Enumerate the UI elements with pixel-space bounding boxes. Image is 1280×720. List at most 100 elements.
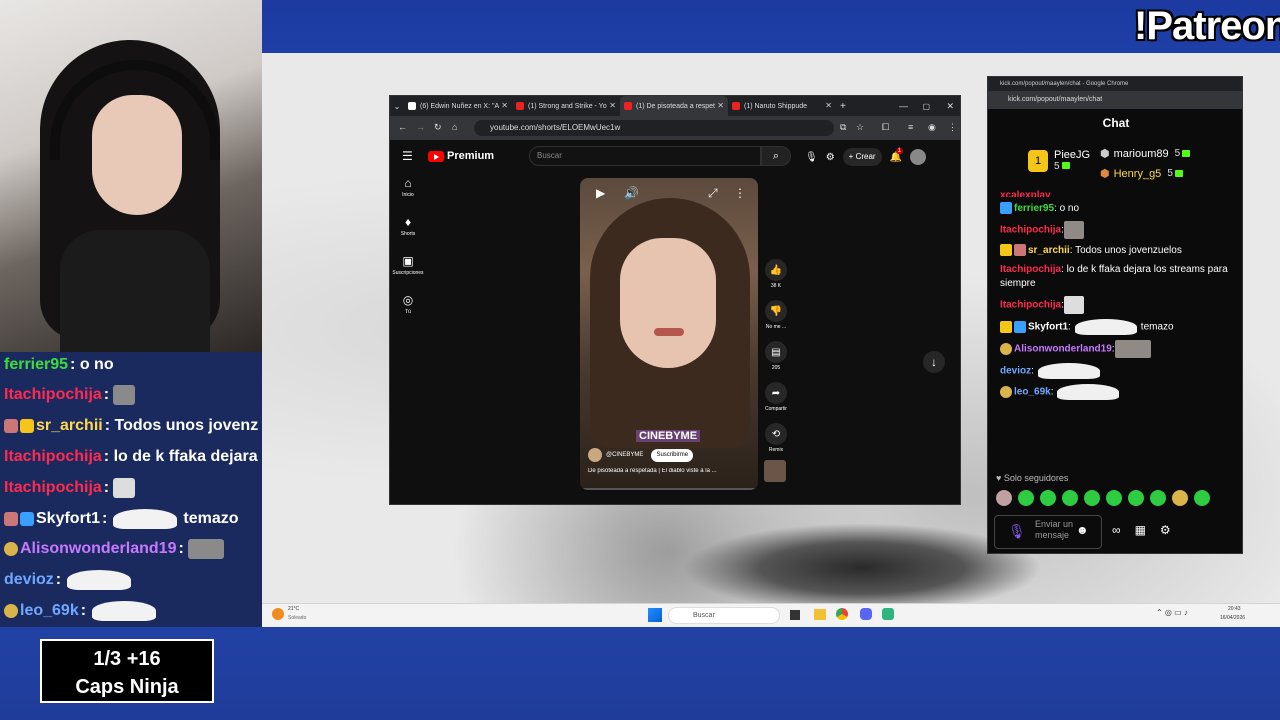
notifications-bell-icon[interactable]: 🔔 1 (890, 147, 903, 163)
sidebar-item-you[interactable]: ◎ Tú (390, 293, 426, 332)
window-close-icon[interactable]: ✕ (946, 101, 954, 112)
file-explorer-icon[interactable] (814, 609, 826, 620)
overlay-chat-line: leo_69k : (4, 598, 162, 624)
emote-button[interactable] (1106, 490, 1122, 506)
tray-icons[interactable]: ⌃ ◎ ▭ ♪ (1156, 608, 1188, 617)
video-title[interactable]: De pisoteada a respetada | El diablo vis… (588, 468, 754, 474)
dislike-button[interactable]: 👎 No me ... (764, 300, 788, 341)
discord-icon[interactable] (860, 608, 872, 620)
emote-button[interactable] (1128, 490, 1144, 506)
badge-icon (4, 512, 18, 526)
more-options-icon[interactable]: ⋮ (734, 186, 746, 200)
windows-start-icon[interactable] (648, 608, 662, 622)
youtube-logo[interactable]: Premium (428, 150, 494, 162)
tab-search-icon[interactable]: ⌄ (390, 102, 404, 111)
search-button[interactable]: ⌕ (761, 146, 791, 166)
emote-image (67, 570, 132, 590)
bookmark-star-icon[interactable]: ☆ (856, 122, 864, 133)
gift-icon (1061, 162, 1070, 169)
gifter-item: ⬢ Henry_g5 5 (1100, 167, 1183, 180)
remix-button[interactable]: ⟲ Remix (764, 423, 788, 464)
browser-tab[interactable]: (1) Strong and Strike - Yo ✕ (512, 96, 620, 116)
close-tab-icon[interactable]: ✕ (717, 101, 724, 110)
emote-button[interactable] (1084, 490, 1100, 506)
play-icon[interactable]: ▶ (596, 186, 605, 200)
comments-button[interactable]: ▤ 205 (764, 341, 788, 382)
overlay-chat-line: sr_archii : Todos unos jovenz (4, 413, 258, 439)
gift-icon (1174, 170, 1183, 177)
remix-icon: ⟲ (765, 423, 787, 445)
like-button[interactable]: 👍 38 K (764, 259, 788, 300)
hamburger-menu-icon[interactable]: ☰ (402, 149, 413, 163)
shorts-icon: ♦ (404, 215, 412, 229)
minimize-icon[interactable]: — (899, 101, 908, 111)
forward-icon[interactable]: → (416, 122, 425, 132)
gear-icon[interactable]: ⚙ (826, 152, 835, 163)
tab-groups-icon[interactable]: ≡ (908, 122, 913, 132)
weather-icon[interactable] (272, 608, 284, 620)
video-progress[interactable] (580, 488, 758, 490)
channel-avatar[interactable] (588, 448, 602, 462)
audio-thumbnail[interactable] (764, 460, 786, 482)
stream-scene: !Patreon ferrier95: o no Itachipochija :… (0, 0, 1280, 720)
reload-icon[interactable]: ↻ (434, 122, 442, 133)
emote-button[interactable] (1150, 490, 1166, 506)
home-icon[interactable]: ⌂ (452, 122, 457, 132)
sidebar-item-home[interactable]: ⌂ Inicio (390, 176, 426, 215)
badge-icon (1014, 244, 1026, 257)
next-video-button[interactable]: ↓ (923, 351, 945, 373)
search-input[interactable]: Buscar (529, 146, 761, 166)
browser-tab[interactable]: (1) Naruto Shippude ✕ (728, 96, 836, 116)
badge-icon (4, 604, 18, 618)
chat-message: Itachipochija: lo de k ffaka dejara los … (1000, 264, 1228, 289)
badge-icon (1000, 343, 1012, 355)
back-icon[interactable]: ← (398, 122, 407, 132)
subscribe-button[interactable]: Suscribirme (651, 448, 694, 462)
microphone-icon[interactable]: 🎙 (805, 152, 818, 163)
store-icon[interactable]: ▦ (1135, 523, 1146, 537)
install-icon[interactable]: ⧉ (840, 122, 846, 133)
shorts-video-player[interactable]: ▶ 🔊 ⤢ ⋮ CINEBYME @CINEBYME Suscribirme D… (580, 178, 758, 490)
emote-image (1063, 221, 1084, 239)
sidebar-item-subscriptions[interactable]: ▣ Suscripciones (390, 254, 426, 293)
chrome-icon[interactable] (836, 608, 848, 620)
close-tab-icon[interactable]: ✕ (609, 101, 616, 110)
close-tab-icon[interactable]: ✕ (501, 101, 508, 110)
emote-button[interactable] (1040, 490, 1056, 506)
settings-icon[interactable]: ⚙ (1160, 523, 1171, 537)
infinity-icon[interactable]: ∞ (1112, 523, 1121, 537)
fullscreen-icon[interactable]: ⤢ (708, 186, 718, 201)
sidebar-item-shorts[interactable]: ♦ Shorts (390, 215, 426, 254)
emote-button[interactable] (1194, 490, 1210, 506)
profile-icon[interactable]: ◉ (928, 122, 936, 133)
task-view-icon[interactable] (790, 610, 800, 620)
browser-tab-active[interactable]: (1) De pisoteada a respet ✕ (620, 96, 728, 116)
overlay-chat-line: ferrier95: o no (4, 356, 114, 373)
death-counter: 1/3 +16 Caps Ninja (40, 639, 214, 703)
emote-button[interactable] (996, 490, 1012, 506)
emote-image (1063, 296, 1084, 314)
volume-icon[interactable]: 🔊 (624, 186, 639, 200)
extensions-icon[interactable]: ⧠ (882, 122, 889, 133)
new-tab-icon[interactable]: + (840, 101, 846, 112)
url-field[interactable]: youtube.com/shorts/ELOEMwUec1w (474, 120, 834, 136)
emote-button[interactable] (1018, 490, 1034, 506)
avatar[interactable] (910, 149, 927, 165)
chat-message: Itachipochija: (1000, 221, 1236, 239)
youtube-play-icon (428, 150, 444, 162)
taskbar-search-input[interactable]: Buscar (668, 607, 780, 624)
close-tab-icon[interactable]: ✕ (825, 101, 832, 110)
app-icon[interactable] (882, 608, 894, 620)
share-icon: ➦ (765, 382, 787, 404)
search-icon: ⌕ (772, 150, 780, 162)
create-button[interactable]: + Crear (842, 148, 882, 166)
microphone-icon[interactable]: 🎙 (1008, 523, 1026, 540)
maximize-icon[interactable]: ▢ (922, 102, 930, 111)
url-field[interactable]: kick.com/popout/maaylen/chat (988, 91, 1242, 109)
share-button[interactable]: ➦ Compartir (764, 382, 788, 423)
menu-kebab-icon[interactable]: ⋮ (948, 122, 957, 133)
emote-button[interactable] (1062, 490, 1078, 506)
browser-tab[interactable]: (6) Edwin Nuñez en X: "A ✕ (404, 96, 512, 116)
emoji-icon[interactable]: ☻ (1076, 523, 1089, 537)
emote-button[interactable] (1172, 490, 1188, 506)
